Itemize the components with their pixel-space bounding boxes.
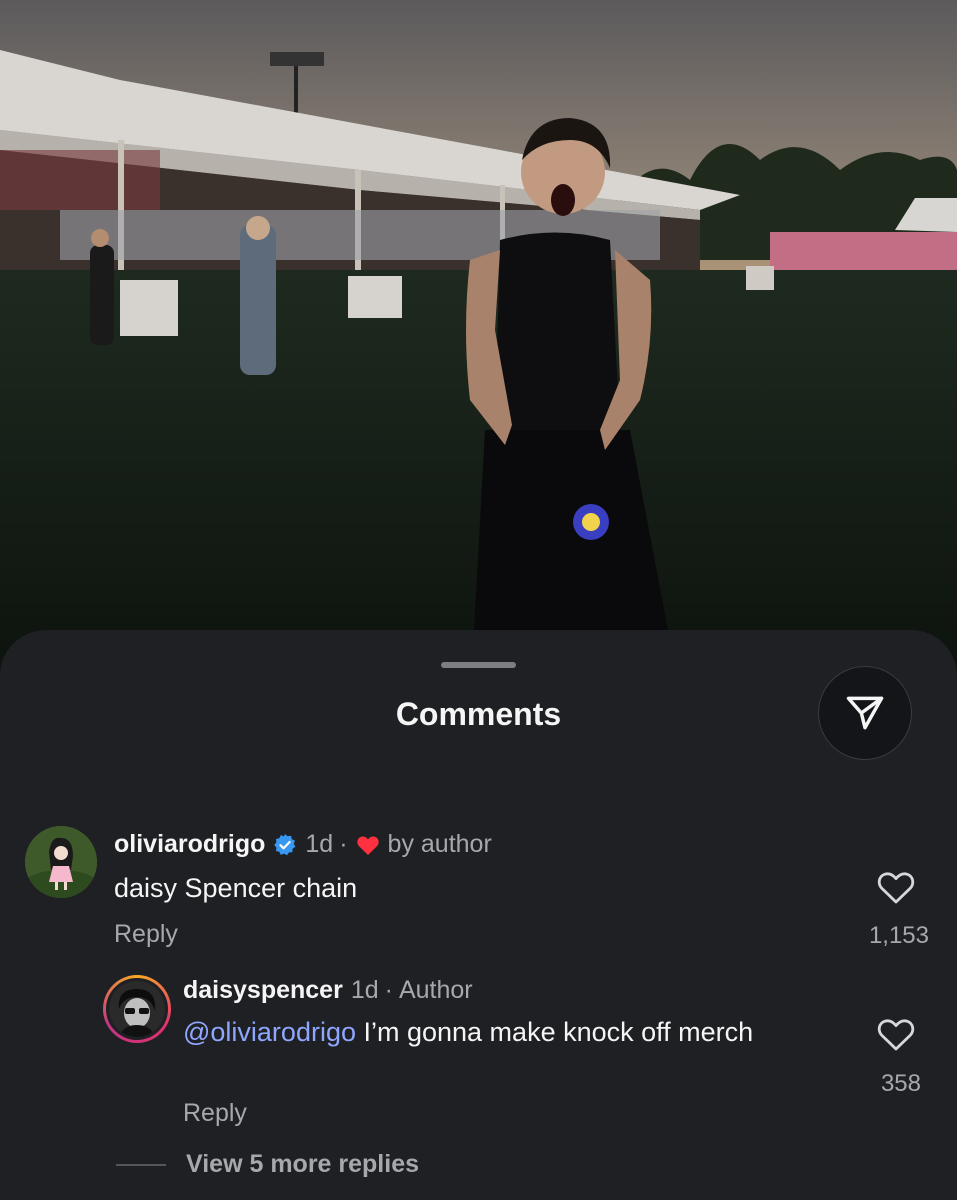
- post-photo: [0, 0, 957, 700]
- comment-username[interactable]: oliviarodrigo: [114, 830, 265, 859]
- like-heart-icon[interactable]: [876, 1016, 916, 1052]
- reply-button[interactable]: Reply: [114, 920, 178, 949]
- reply-username[interactable]: daisyspencer: [183, 976, 343, 1005]
- comment-meta: oliviarodrigo 1d · by author: [114, 830, 492, 859]
- reply-body: I’m gonna make knock off merch: [355, 1017, 754, 1047]
- view-more-replies-button[interactable]: View 5 more replies: [186, 1150, 419, 1179]
- comment-time: 1d: [305, 830, 334, 858]
- comment-text: daisy Spencer chain: [114, 873, 358, 903]
- share-button[interactable]: [818, 666, 912, 760]
- reply-button[interactable]: Reply: [183, 1099, 247, 1128]
- comments-sheet: Comments oliviarodrigo 1d · by author da…: [0, 630, 957, 1200]
- mention-link[interactable]: @oliviarodrigo: [183, 1017, 356, 1047]
- reply-text: @oliviarodrigo I’m gonna make knock off …: [183, 1014, 803, 1050]
- like-count: 1,153: [868, 922, 929, 949]
- meta-separator: ·: [384, 976, 393, 1004]
- liked-by-author-label: by author: [387, 830, 492, 858]
- author-label: Author: [398, 976, 473, 1004]
- liked-by-author-heart-icon: [356, 835, 379, 855]
- reply-time: 1d: [350, 976, 379, 1004]
- like-heart-icon[interactable]: [876, 869, 916, 905]
- view-more-divider: [116, 1164, 166, 1166]
- sheet-grabber-handle[interactable]: [441, 662, 516, 668]
- avatar[interactable]: [25, 826, 97, 898]
- avatar[interactable]: [106, 978, 168, 1040]
- sheet-title: Comments: [395, 696, 562, 732]
- reply-meta: daisyspencer 1d · Author: [183, 976, 473, 1005]
- verified-badge-icon: [274, 833, 296, 855]
- like-count: 358: [880, 1070, 921, 1097]
- meta-separator: ·: [339, 830, 348, 858]
- send-icon: [846, 696, 884, 730]
